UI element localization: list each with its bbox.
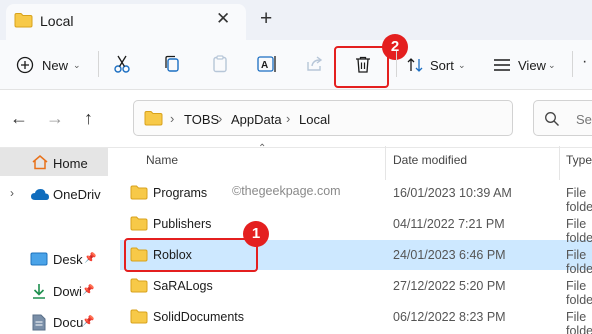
annotation-highlight-roblox bbox=[124, 238, 258, 272]
folder-icon bbox=[130, 278, 148, 293]
tab-title: Local bbox=[40, 13, 74, 29]
chevron-down-icon: ⌄ bbox=[73, 60, 81, 70]
scissors-icon bbox=[114, 55, 130, 73]
folder-icon bbox=[130, 309, 148, 324]
file-date: 16/01/2023 10:39 AM bbox=[393, 186, 512, 200]
folder-icon bbox=[14, 12, 33, 28]
view-list-icon bbox=[494, 59, 510, 71]
breadcrumb-item-tobs[interactable]: TOBS bbox=[184, 112, 219, 127]
breadcrumb-separator: › bbox=[170, 111, 175, 126]
chevron-right-icon[interactable]: › bbox=[10, 186, 14, 200]
breadcrumb-separator: › bbox=[286, 111, 291, 126]
paste-button[interactable] bbox=[210, 54, 230, 74]
new-button-label: New bbox=[42, 58, 69, 73]
sidebar-item-label: Home bbox=[53, 156, 88, 171]
file-date: 24/01/2023 6:46 PM bbox=[393, 248, 506, 262]
file-name: Programs bbox=[153, 186, 208, 200]
chevron-down-icon: ⌄ bbox=[548, 60, 556, 70]
breadcrumb-item-appdata[interactable]: AppData bbox=[231, 112, 282, 127]
back-icon[interactable]: ← bbox=[10, 108, 28, 128]
breadcrumb-separator: › bbox=[218, 111, 223, 126]
column-divider[interactable] bbox=[385, 146, 386, 180]
view-button[interactable]: View ⌄ bbox=[490, 52, 562, 78]
toolbar-divider bbox=[396, 51, 397, 77]
file-name: Publishers bbox=[153, 217, 212, 231]
folder-icon bbox=[144, 110, 163, 126]
file-name: SolidDocuments bbox=[153, 310, 245, 324]
cloud-icon bbox=[30, 188, 50, 201]
view-button-label: View bbox=[518, 58, 546, 73]
pin-icon: 📌 bbox=[82, 285, 95, 296]
sidebar-item-onedrive[interactable]: OneDriv bbox=[53, 187, 101, 202]
annotation-highlight-delete bbox=[334, 46, 389, 88]
file-date: 27/12/2022 5:20 PM bbox=[393, 279, 506, 293]
desktop-icon bbox=[30, 252, 48, 266]
sidebar-item-downloads[interactable]: Dowi bbox=[53, 284, 82, 299]
up-icon[interactable]: ↑ bbox=[84, 108, 93, 128]
home-icon bbox=[31, 154, 49, 170]
sort-button-label: Sort bbox=[430, 58, 454, 73]
download-icon bbox=[32, 283, 46, 299]
chevron-down-icon: ⌄ bbox=[458, 60, 466, 70]
folder-icon bbox=[130, 216, 148, 231]
rename-icon: A bbox=[257, 56, 276, 72]
new-button[interactable]: New ⌄ bbox=[10, 52, 92, 78]
file-date: 04/11/2022 7:21 PM bbox=[393, 217, 505, 231]
file-name: SaRALogs bbox=[153, 279, 213, 293]
sort-ascending-icon: ⌃ bbox=[258, 143, 267, 154]
close-icon[interactable]: ✕ bbox=[216, 9, 230, 29]
table-row[interactable]: SaRALogs 27/12/2022 5:20 PM File folder bbox=[120, 271, 592, 307]
sort-button[interactable]: Sort ⌄ bbox=[404, 52, 474, 78]
copy-button[interactable] bbox=[162, 54, 182, 74]
new-tab-button[interactable]: + bbox=[260, 7, 272, 31]
folder-icon bbox=[130, 185, 148, 200]
table-row[interactable]: SolidDocuments 06/12/2022 8:23 PM File f… bbox=[120, 302, 592, 334]
annotation-badge-1: 1 bbox=[243, 221, 269, 247]
rename-button[interactable]: A bbox=[256, 54, 278, 74]
more-options-icon[interactable]: · bbox=[582, 53, 587, 71]
sort-icon bbox=[407, 58, 423, 72]
cut-button[interactable] bbox=[112, 54, 132, 74]
search-placeholder: Sea bbox=[576, 112, 592, 127]
table-row[interactable]: Publishers 04/11/2022 7:21 PM File folde… bbox=[120, 209, 592, 245]
clipboard-icon bbox=[213, 55, 227, 73]
breadcrumb-item-local[interactable]: Local bbox=[299, 112, 330, 127]
file-date: 06/12/2022 8:23 PM bbox=[393, 310, 506, 324]
watermark-text: ©thegeekpage.com bbox=[232, 184, 341, 198]
share-icon bbox=[307, 56, 323, 71]
document-icon bbox=[32, 314, 46, 331]
column-header-date[interactable]: Date modified bbox=[393, 153, 467, 167]
toolbar-divider bbox=[98, 51, 99, 77]
toolbar-divider bbox=[572, 51, 573, 77]
pin-icon: 📌 bbox=[84, 253, 97, 264]
sidebar-item-documents[interactable]: Docu bbox=[53, 315, 83, 330]
column-header-type[interactable]: Type bbox=[566, 153, 592, 167]
file-type: File folder bbox=[566, 310, 592, 334]
column-header-name[interactable]: Name bbox=[146, 153, 178, 167]
copy-icon bbox=[165, 55, 179, 72]
share-button[interactable] bbox=[305, 54, 325, 74]
sidebar-item-desktop[interactable]: Desk bbox=[53, 252, 83, 267]
plus-circle-icon bbox=[16, 56, 34, 74]
pin-icon: 📌 bbox=[82, 316, 95, 327]
forward-icon[interactable]: → bbox=[46, 108, 64, 128]
svg-text:A: A bbox=[261, 60, 268, 71]
table-row[interactable]: Programs 16/01/2023 10:39 AM File folder bbox=[120, 178, 592, 214]
column-divider[interactable] bbox=[559, 146, 560, 180]
search-icon bbox=[544, 111, 560, 127]
